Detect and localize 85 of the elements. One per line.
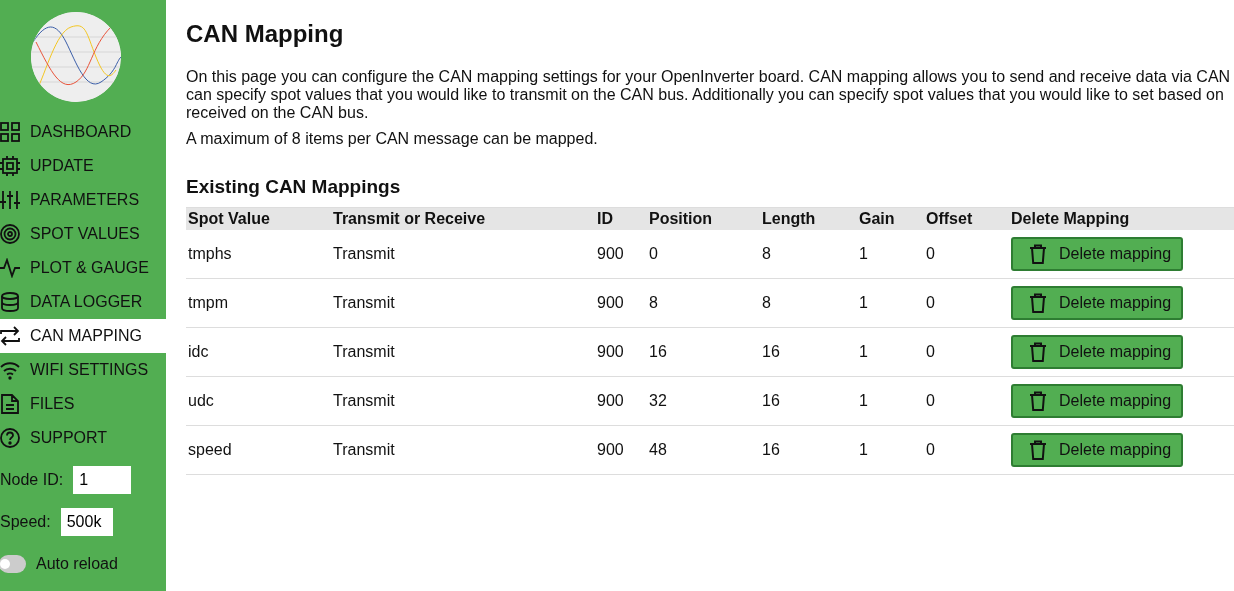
table-cell: Transmit [331,327,595,377]
trash-icon [1029,342,1047,362]
column-header: Length [760,207,857,230]
table-cell: 900 [595,425,647,475]
node-id-label: Node ID: [0,471,64,489]
delete-mapping-button[interactable]: Delete mapping [1011,335,1183,369]
column-header: Transmit or Receive [331,207,595,230]
table-cell: idc [186,327,331,377]
nav-item[interactable]: CAN MAPPING [0,319,166,353]
chip-icon [0,156,20,176]
page-title: CAN Mapping [186,20,345,48]
auto-reload-toggle[interactable] [0,555,26,573]
speed-label: Speed: [0,513,51,531]
table-cell: 16 [760,425,857,475]
pulse-icon [0,258,20,278]
table-cell: tmphs [186,230,331,279]
speed-field[interactable]: 500k [60,508,113,536]
nav-item[interactable]: SPOT VALUES [0,217,166,251]
intro-text-line: can specify spot values that you would like to transmit on the CAN bus. Additionally you can specify spot values that you would like to set based on [186,86,1225,104]
table-cell: Transmit [331,425,595,475]
delete-mapping-button[interactable]: Delete mapping [1011,237,1183,271]
column-header: Offset [924,207,1009,230]
table-cell: 48 [647,425,760,475]
column-header: Spot Value [186,207,331,230]
table-cell: 0 [924,376,1009,426]
wifi-icon [0,360,20,380]
table-cell: 1 [857,278,924,328]
table-cell: 32 [647,376,760,426]
trash-icon [1029,293,1047,313]
column-header: Gain [857,207,924,230]
auto-reload-label: Auto reload [36,555,118,573]
table-cell: 0 [924,327,1009,377]
table-cell: 16 [647,327,760,377]
nav-item[interactable]: DASHBOARD [0,115,166,149]
table-cell: 900 [595,376,647,426]
table-cell: 16 [760,376,857,426]
intro-text-line: received on the CAN bus. [186,104,370,122]
table-cell: 0 [647,230,760,279]
table-cell: 16 [760,327,857,377]
table-cell: 8 [760,278,857,328]
target-icon [0,224,20,244]
table-cell: Transmit [331,376,595,426]
swap-icon [0,326,20,346]
column-header: Position [647,207,760,230]
intro-text-line: On this page you can configure the CAN mapping settings for your OpenInverter board. CAN mapping allows you to send and receive data via CAN [186,68,1232,86]
nav-item[interactable]: FILES [0,387,166,421]
trash-icon [1029,244,1047,264]
table-cell: 0 [924,230,1009,279]
table-cell: 8 [760,230,857,279]
help-icon [0,428,20,448]
file-icon [0,394,20,414]
column-header: Delete Mapping [1009,207,1234,230]
trash-icon [1029,391,1047,411]
table-cell: 0 [924,278,1009,328]
table-cell: 1 [857,425,924,475]
nav-item[interactable]: PARAMETERS [0,183,166,217]
trash-icon [1029,440,1047,460]
table-cell: tmpm [186,278,331,328]
nav-item[interactable]: PLOT & GAUGE [0,251,166,285]
delete-mapping-button[interactable]: Delete mapping [1011,286,1183,320]
table-cell: 8 [647,278,760,328]
table-cell: 900 [595,278,647,328]
sliders-icon [0,190,20,210]
delete-mapping-button[interactable]: Delete mapping [1011,433,1183,467]
section-title: Existing CAN Mappings [186,176,402,198]
nav-item[interactable]: UPDATE [0,149,166,183]
table-cell: speed [186,425,331,475]
nav-item[interactable]: WIFI SETTINGS [0,353,166,387]
nav-item[interactable]: SUPPORT [0,421,166,455]
table-cell: udc [186,376,331,426]
table-cell: 900 [595,230,647,279]
table-cell: 900 [595,327,647,377]
nav-item[interactable]: DATA LOGGER [0,285,166,319]
column-header: ID [595,207,647,230]
table-cell: 1 [857,376,924,426]
table-cell: Transmit [331,278,595,328]
note-text: A maximum of 8 items per CAN message can be mapped. [186,130,599,148]
grid-icon [0,122,20,142]
table-cell: 1 [857,230,924,279]
table-cell: Transmit [331,230,595,279]
node-id-field[interactable]: 1 [73,466,132,494]
table-cell: 1 [857,327,924,377]
database-icon [0,292,20,312]
table-cell: 0 [924,425,1009,475]
delete-mapping-button[interactable]: Delete mapping [1011,384,1183,418]
